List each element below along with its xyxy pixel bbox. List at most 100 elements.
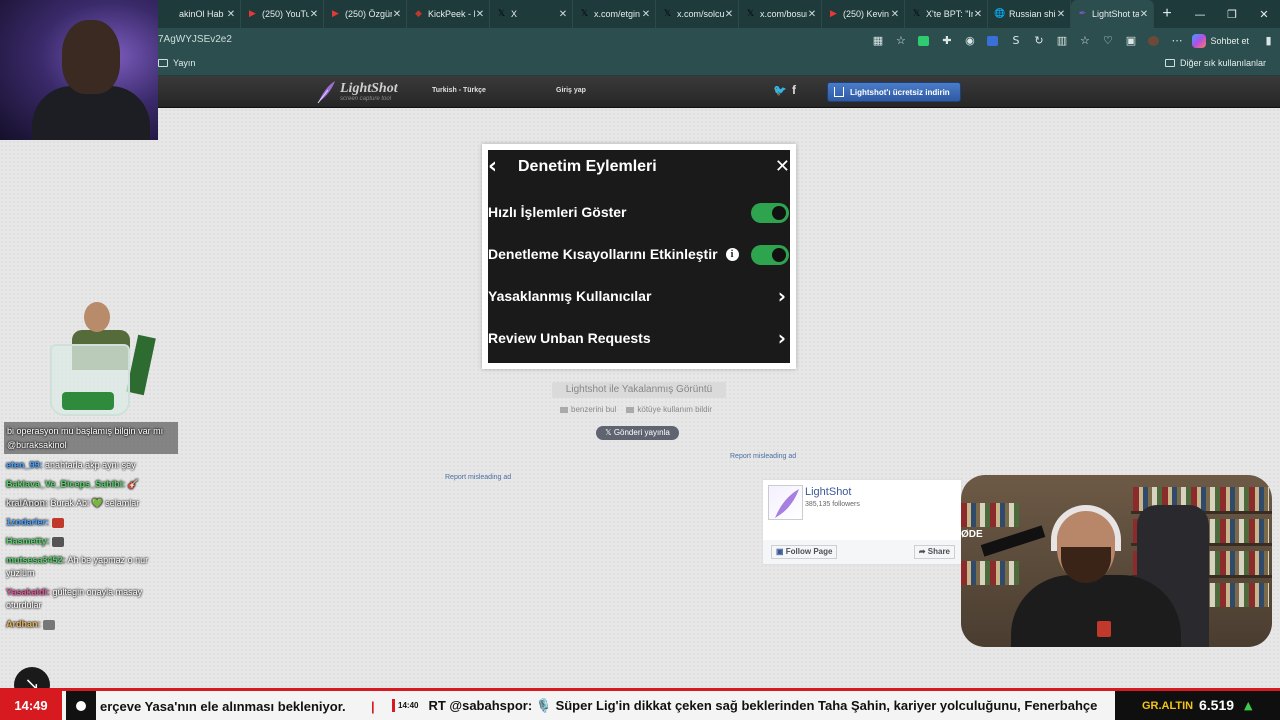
facebook-page-widget: LightShot 385,135 followers ▣ Follow Pag… xyxy=(762,479,962,565)
chat-username[interactable]: Baklava_Ve_Biceps_Sahibi: xyxy=(6,479,125,489)
chat-username[interactable]: Ardhan: xyxy=(6,619,41,629)
sticker-head xyxy=(84,302,110,332)
chat-message: Yasakaldi: gültegin onayla masay oturdul… xyxy=(0,583,180,615)
tab-close-icon[interactable]: ✕ xyxy=(475,9,485,20)
tab-close-icon[interactable]: ✕ xyxy=(309,9,319,20)
folder-icon xyxy=(1164,59,1175,67)
site-header: LightShot screen capture tool Turkish - … xyxy=(0,76,1280,108)
row-label: Review Unban Requests xyxy=(488,330,651,346)
toggle-switch xyxy=(751,203,789,223)
post-tweet-button[interactable]: 𝕏 Gönderi yayınla xyxy=(596,426,679,440)
login-link[interactable]: Giriş yap xyxy=(556,87,586,94)
extension-dark-icon[interactable]: ◉ xyxy=(958,28,981,53)
tab-close-icon[interactable]: ✕ xyxy=(1056,9,1066,20)
follow-page-button[interactable]: ▣ Follow Page xyxy=(771,545,838,559)
browser-tab[interactable]: 𝕏 X'te BPT: "In ✕ xyxy=(905,0,988,28)
extension-puzzle-icon[interactable]: ✚ xyxy=(935,28,958,53)
lightshot-logo[interactable]: LightShot screen capture tool xyxy=(316,80,398,104)
profile-avatar[interactable] xyxy=(1142,28,1165,53)
folder-icon xyxy=(158,59,168,67)
browser-tab[interactable]: ▶ (250) YouTub✕ xyxy=(241,0,324,28)
restore-icon[interactable]: ❐ xyxy=(1216,8,1248,21)
tab-close-icon[interactable]: ✕ xyxy=(641,9,651,20)
tab-close-icon[interactable]: ✕ xyxy=(226,9,236,20)
gold-label: GR.ALTIN xyxy=(1142,700,1194,712)
copilot-chat-label: Sohbet et xyxy=(1210,35,1249,46)
tab-close-icon[interactable]: ✕ xyxy=(1139,9,1149,20)
bookmark-yayin[interactable]: Yayın xyxy=(158,58,195,68)
favorite-star-icon[interactable]: ☆ xyxy=(889,28,912,53)
browser-tab[interactable]: ✒ LightShot ta ✕ xyxy=(1071,0,1154,28)
window-controls: — ❐ ✕ xyxy=(1184,0,1280,28)
ticker-live-dot xyxy=(66,691,96,720)
extension-s-icon[interactable]: S xyxy=(1004,28,1027,53)
refresh-icon[interactable]: ↻ xyxy=(1027,28,1050,53)
ticker-item-bar xyxy=(392,699,395,713)
facebook-icon[interactable]: f xyxy=(792,83,796,97)
split-screen-icon[interactable]: ▥ xyxy=(1050,28,1073,53)
chat-username[interactable]: eten_99: xyxy=(6,460,43,470)
browser-tab[interactable]: 𝕏x.com/solcu ✕ xyxy=(656,0,739,28)
browser-tab[interactable]: 𝕏x.com/bosun ✕ xyxy=(739,0,822,28)
language-select[interactable]: Turkish - Türkçe xyxy=(432,87,486,94)
page-name[interactable]: LightShot xyxy=(805,486,851,498)
page-avatar[interactable] xyxy=(768,485,803,520)
copilot-chat-button[interactable]: Sohbet et xyxy=(1188,33,1257,48)
chat-emote-icon xyxy=(52,536,65,547)
tab-close-icon[interactable]: ✕ xyxy=(392,9,402,20)
chat-message: kralAnon: Burak Abi 💚 selamlar xyxy=(0,494,180,513)
row-unban-requests: Review Unban Requests › xyxy=(488,323,790,353)
bookshelf-books xyxy=(961,561,1019,585)
browser-tab[interactable]: akinOl Hab ✕ xyxy=(158,0,241,28)
chat-username[interactable]: 1zodarler: xyxy=(6,517,49,527)
report-abuse-link[interactable]: kötüye kullanım bildir xyxy=(626,405,712,414)
report-ad-link[interactable]: Report misleading ad xyxy=(730,453,796,460)
share-button[interactable]: ➦ Share xyxy=(913,545,955,559)
more-options-icon[interactable]: ⋯ xyxy=(1165,28,1188,53)
tab-favicon-icon: ▶ xyxy=(249,8,256,19)
sidebar-icon[interactable]: ▮ xyxy=(1257,28,1280,53)
tab-close-icon[interactable]: ✕ xyxy=(558,9,568,20)
feather-icon xyxy=(317,81,335,104)
tab-close-icon[interactable]: ✕ xyxy=(973,9,983,20)
minimize-icon[interactable]: — xyxy=(1184,8,1216,21)
chat-username[interactable]: kralAnon: xyxy=(6,498,48,508)
twitter-icon[interactable]: 🐦 xyxy=(773,84,787,97)
chat-username[interactable]: Hasmetty: xyxy=(6,536,50,546)
tab-label: x.com/bosun xyxy=(760,9,807,19)
browser-tab[interactable]: ▶ (250) Kevin ✕ xyxy=(822,0,905,28)
url-field[interactable]: 7AgWYJSEv2e2 xyxy=(158,34,232,45)
tab-close-icon[interactable]: ✕ xyxy=(890,9,900,20)
favorites-icon[interactable]: ☆ xyxy=(1073,28,1096,53)
toggle-switch xyxy=(751,245,789,265)
browser-tab[interactable]: 🌐 Russian ship ✕ xyxy=(988,0,1071,28)
tab-favicon-icon: ◆ xyxy=(415,8,422,19)
browser-tab[interactable]: 𝕏 X ✕ xyxy=(490,0,573,28)
new-tab-button[interactable]: + xyxy=(1154,0,1180,28)
bookmark-other-favorites[interactable]: Diğer sık kullanılanlar xyxy=(1164,58,1266,68)
translate-icon[interactable] xyxy=(981,28,1004,53)
tab-close-icon[interactable]: ✕ xyxy=(807,9,817,20)
find-similar-link[interactable]: benzerini bul xyxy=(560,405,616,414)
chat-username[interactable]: mutsesa3452: xyxy=(6,555,66,565)
close-icon: ✕ xyxy=(774,156,790,177)
browser-tab[interactable]: 𝕏x.com/etgin ✕ xyxy=(573,0,656,28)
bookmark-other-label: Diğer sık kullanılanlar xyxy=(1179,58,1266,68)
report-ad-link[interactable]: Report misleading ad xyxy=(445,474,511,481)
x-icon: 𝕏 xyxy=(605,428,614,437)
download-button[interactable]: Lightshot'ı ücretsiz indirin xyxy=(827,82,961,102)
tab-close-icon[interactable]: ✕ xyxy=(724,9,734,20)
address-bar: 7AgWYJSEv2e2 ▦ ☆ ✚ ◉ S ↻ ▥ ☆ ♡ ▣ ⋯ Sohbe… xyxy=(0,28,1280,53)
chat-text: 🎸 xyxy=(127,479,139,489)
collections-icon[interactable]: ▣ xyxy=(1119,28,1142,53)
extension-green-icon[interactable] xyxy=(912,28,935,53)
row-label: Hızlı İşlemleri Göster xyxy=(488,204,627,220)
reader-view-icon[interactable]: ▦ xyxy=(866,28,889,53)
ticker-item-text: RT @sabahspor: 🎙️ Süper Lig'in dikkat çe… xyxy=(428,697,1098,713)
performance-icon[interactable]: ♡ xyxy=(1096,28,1119,53)
browser-tab[interactable]: ◆ KickPeek - R ✕ xyxy=(407,0,490,28)
browser-tab[interactable]: ▶ (250) Özgür ✕ xyxy=(324,0,407,28)
close-window-icon[interactable]: ✕ xyxy=(1248,8,1280,21)
chat-username[interactable]: Yasakaldi: xyxy=(6,587,50,597)
screenshot-frame: ‹ Denetim Eylemleri ✕ Hızlı İşlemleri Gö… xyxy=(482,144,796,369)
